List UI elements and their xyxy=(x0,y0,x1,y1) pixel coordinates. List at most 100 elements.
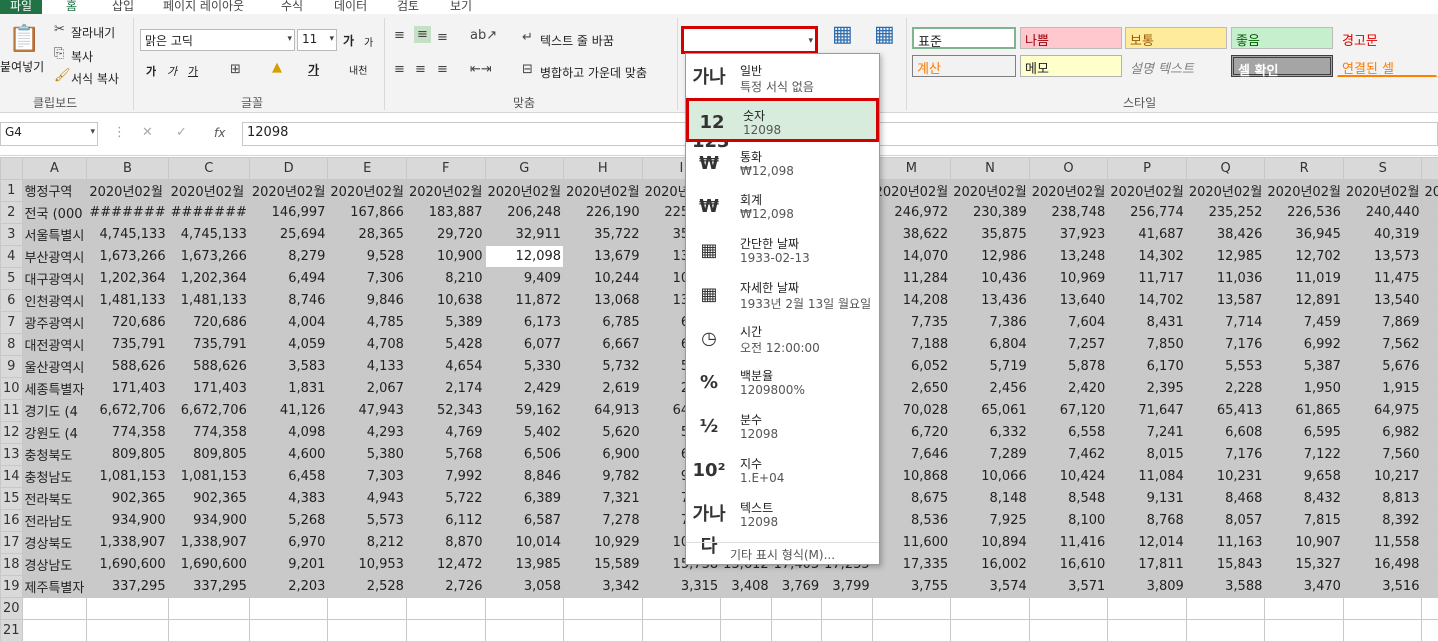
cell[interactable]: 10,014 xyxy=(484,531,565,554)
cell[interactable]: 146,997 xyxy=(248,201,329,224)
cell[interactable]: 8,432 xyxy=(1264,487,1344,510)
cell[interactable]: 13,985 xyxy=(484,553,565,576)
cell[interactable]: 4,600 xyxy=(248,443,329,466)
cell[interactable]: 4,708 xyxy=(327,333,407,356)
cell[interactable]: 11,284 xyxy=(871,267,952,290)
cell[interactable]: 6,170 xyxy=(1107,355,1187,378)
cell[interactable]: 11,600 xyxy=(871,531,952,554)
row-header[interactable]: 18 xyxy=(0,553,23,576)
wrap-text-button[interactable]: 텍스트 줄 바꿈 xyxy=(540,32,614,49)
cell[interactable]: 10,424 xyxy=(1028,465,1109,488)
enter-icon[interactable]: ✓ xyxy=(176,125,187,140)
cell[interactable]: 14,208 xyxy=(871,289,952,312)
cell[interactable] xyxy=(770,619,823,641)
cell[interactable] xyxy=(720,619,772,641)
row-header[interactable]: 11 xyxy=(0,399,23,422)
cell[interactable] xyxy=(1185,619,1266,641)
cell[interactable]: 7,306 xyxy=(327,267,407,290)
cell[interactable]: 42, xyxy=(1421,223,1438,246)
phonetic-button[interactable]: 내천 xyxy=(349,62,367,77)
cell[interactable]: 3,755 xyxy=(871,575,952,598)
cell[interactable]: 6,608 xyxy=(1185,421,1266,444)
cell[interactable]: 13,573 xyxy=(1342,245,1423,268)
cell[interactable]: 11,475 xyxy=(1342,267,1423,290)
italic-button[interactable]: 가 xyxy=(167,63,177,79)
cell[interactable]: 61,865 xyxy=(1264,399,1344,422)
cell[interactable]: 2020년02월 xyxy=(563,179,643,202)
number-format-option[interactable]: % 백분율 1209800% xyxy=(686,361,879,405)
cell[interactable]: 70,028 xyxy=(871,399,952,422)
cell[interactable]: 4,745,133 xyxy=(86,223,169,246)
name-box[interactable]: G4 ▾ xyxy=(0,122,98,146)
cell[interactable]: 6,112 xyxy=(405,509,486,532)
cell[interactable]: 13,587 xyxy=(1185,289,1266,312)
cell[interactable]: 11,084 xyxy=(1107,465,1187,488)
cell[interactable]: 1,950 xyxy=(1264,377,1344,400)
cell[interactable]: 5,732 xyxy=(563,355,643,378)
cell[interactable]: 1,481,133 xyxy=(167,289,250,312)
cell[interactable]: 8,148 xyxy=(950,487,1030,510)
cell[interactable]: 256,774 xyxy=(1107,201,1187,224)
cell[interactable]: 10,066 xyxy=(950,465,1030,488)
cell[interactable]: 1,481,133 xyxy=(86,289,169,312)
cell[interactable]: 3,058 xyxy=(484,575,565,598)
cell[interactable]: 47,943 xyxy=(327,399,407,422)
row-header[interactable]: 14 xyxy=(0,465,23,488)
cell[interactable]: 65,413 xyxy=(1185,399,1266,422)
cell[interactable]: 2020년02월 xyxy=(167,179,250,202)
cell[interactable]: 2,420 xyxy=(1028,377,1109,400)
column-header[interactable]: O xyxy=(1028,157,1109,180)
tab-review[interactable]: 검토 xyxy=(397,0,419,14)
more-number-formats-link[interactable]: 기타 표시 형식(M)... xyxy=(686,542,879,564)
column-header[interactable]: C xyxy=(167,157,250,180)
cell[interactable]: 제주특별자 xyxy=(21,575,88,598)
cell[interactable]: 10,868 xyxy=(871,465,952,488)
cell[interactable] xyxy=(1421,619,1438,641)
cell[interactable]: 25,694 xyxy=(248,223,329,246)
cell[interactable]: 11,416 xyxy=(1028,531,1109,554)
tab-home[interactable]: 홈 xyxy=(66,0,77,14)
paste-button[interactable]: 붙여넣기 xyxy=(0,58,44,75)
cell[interactable]: 경상북도 xyxy=(21,531,88,554)
cell[interactable]: 5,676 xyxy=(1342,355,1423,378)
cell[interactable] xyxy=(871,619,952,641)
cell[interactable]: 4,785 xyxy=(327,311,407,334)
cell[interactable]: 1,673,266 xyxy=(86,245,169,268)
cell[interactable]: 7,462 xyxy=(1028,443,1109,466)
cell[interactable]: 13,640 xyxy=(1028,289,1109,312)
cell[interactable]: 13,068 xyxy=(563,289,643,312)
cell[interactable]: 6,982 xyxy=(1342,421,1423,444)
cell[interactable]: 65,061 xyxy=(950,399,1030,422)
cell[interactable]: 9,846 xyxy=(327,289,407,312)
column-header[interactable]: B xyxy=(86,157,169,180)
cell[interactable] xyxy=(327,619,407,641)
cell[interactable]: 8,536 xyxy=(871,509,952,532)
cell[interactable]: 16,610 xyxy=(1028,553,1109,576)
column-header[interactable]: N xyxy=(950,157,1030,180)
cell[interactable] xyxy=(1028,619,1109,641)
cell[interactable]: 2,429 xyxy=(484,377,565,400)
cell[interactable]: 15,843 xyxy=(1185,553,1266,576)
cell[interactable]: 8,746 xyxy=(248,289,329,312)
cell[interactable]: 4,943 xyxy=(327,487,407,510)
font-size-select[interactable]: 11 ▾ xyxy=(297,29,337,51)
cell[interactable]: 7,122 xyxy=(1264,443,1344,466)
cell[interactable]: 7,176 xyxy=(1185,333,1266,356)
tab-insert[interactable]: 삽입 xyxy=(112,0,134,14)
cell[interactable]: 3,342 xyxy=(563,575,643,598)
cell[interactable]: 6,052 xyxy=(871,355,952,378)
cell[interactable]: 226,536 xyxy=(1264,201,1344,224)
cell[interactable]: 8,675 xyxy=(871,487,952,510)
merge-center-icon[interactable]: ⊟ xyxy=(522,62,533,77)
cell[interactable]: 5,428 xyxy=(405,333,486,356)
cell[interactable]: 337,295 xyxy=(86,575,169,598)
number-format-option[interactable]: ₩ 회계 ₩12,098 xyxy=(686,185,879,229)
column-header[interactable]: P xyxy=(1107,157,1187,180)
cell[interactable]: 16,002 xyxy=(950,553,1030,576)
cell[interactable]: 6,672,706 xyxy=(167,399,250,422)
cell[interactable]: 2020년02월 xyxy=(1264,179,1344,202)
cell[interactable] xyxy=(21,597,88,620)
cell[interactable]: 8,548 xyxy=(1028,487,1109,510)
cell[interactable] xyxy=(950,597,1030,620)
number-format-option[interactable]: ▦ 자세한 날짜 1933년 2월 13일 월요일 xyxy=(686,273,879,317)
